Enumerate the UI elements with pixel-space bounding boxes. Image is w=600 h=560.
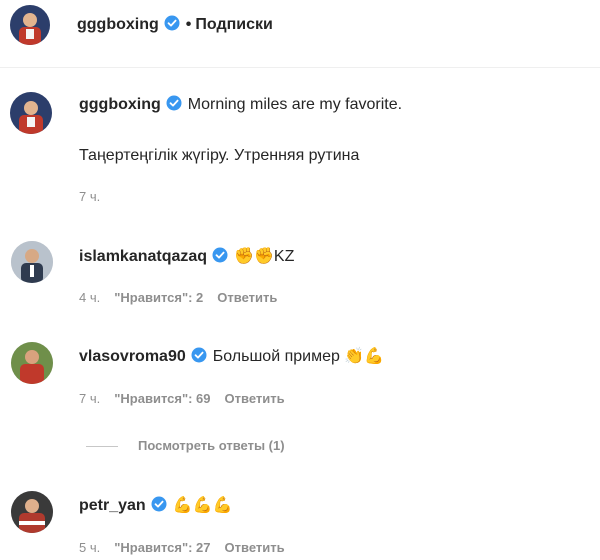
view-replies-button[interactable]: Посмотреть ответы (1) <box>86 438 285 453</box>
reply-button[interactable]: Ответить <box>217 290 277 305</box>
comment-text: Большой пример 👏💪 <box>212 348 385 365</box>
comment-username[interactable]: petr_yan <box>79 497 146 514</box>
comment-line: petr_yan 💪💪💪 <box>79 495 232 515</box>
following-button[interactable]: Подписки <box>195 16 272 33</box>
comment-meta: 4 ч. "Нравится": 2 Ответить <box>79 290 291 305</box>
comment-likes[interactable]: "Нравится": 2 <box>114 290 203 305</box>
verified-badge-icon <box>166 95 182 111</box>
post-author-avatar[interactable] <box>10 92 52 134</box>
reply-button[interactable]: Ответить <box>225 540 285 555</box>
comment-line: islamkanatqazaq ✊✊KZ <box>79 246 294 266</box>
comment-meta: 5 ч. "Нравится": 27 Ответить <box>79 540 299 555</box>
comment-text: 💪💪💪 <box>172 497 233 514</box>
post-header: gggboxing • Подписки <box>0 0 600 68</box>
commenter-avatar[interactable] <box>11 241 53 283</box>
post-caption-text: Morning miles are my favorite. <box>187 96 403 113</box>
post-timestamp[interactable]: 7 ч. <box>79 189 100 204</box>
comment-text: ✊✊KZ <box>234 248 295 265</box>
commenter-avatar[interactable] <box>11 342 53 384</box>
comment-likes[interactable]: "Нравится": 69 <box>114 391 210 406</box>
comment-likes[interactable]: "Нравится": 27 <box>114 540 210 555</box>
header-line: gggboxing • Подписки <box>77 15 273 34</box>
post-caption-second-line: Таңертеңгілік жүгіру. Утренняя рутина <box>79 147 360 164</box>
comment-username[interactable]: islamkanatqazaq <box>79 248 207 265</box>
verified-badge-icon <box>191 347 207 363</box>
comment-username[interactable]: vlasovroma90 <box>79 348 186 365</box>
reply-button[interactable]: Ответить <box>225 391 285 406</box>
verified-badge-icon <box>151 496 167 512</box>
post-caption-line: gggboxing Morning miles are my favorite. <box>79 95 402 114</box>
replies-divider <box>86 446 118 448</box>
comment-meta: 7 ч. "Нравится": 69 Ответить <box>79 391 299 406</box>
header-avatar[interactable] <box>10 5 50 45</box>
commenter-avatar[interactable] <box>11 491 53 533</box>
header-username[interactable]: gggboxing <box>77 16 159 33</box>
separator-dot: • <box>185 16 192 33</box>
comment-timestamp[interactable]: 7 ч. <box>79 391 100 406</box>
view-replies-label: Посмотреть ответы (1) <box>138 438 285 453</box>
verified-badge-icon <box>164 15 180 31</box>
post-author-username[interactable]: gggboxing <box>79 96 161 113</box>
verified-badge-icon <box>212 247 228 263</box>
comment-timestamp[interactable]: 4 ч. <box>79 290 100 305</box>
comment-line: vlasovroma90 Большой пример 👏💪 <box>79 346 384 366</box>
comment-timestamp[interactable]: 5 ч. <box>79 540 100 555</box>
